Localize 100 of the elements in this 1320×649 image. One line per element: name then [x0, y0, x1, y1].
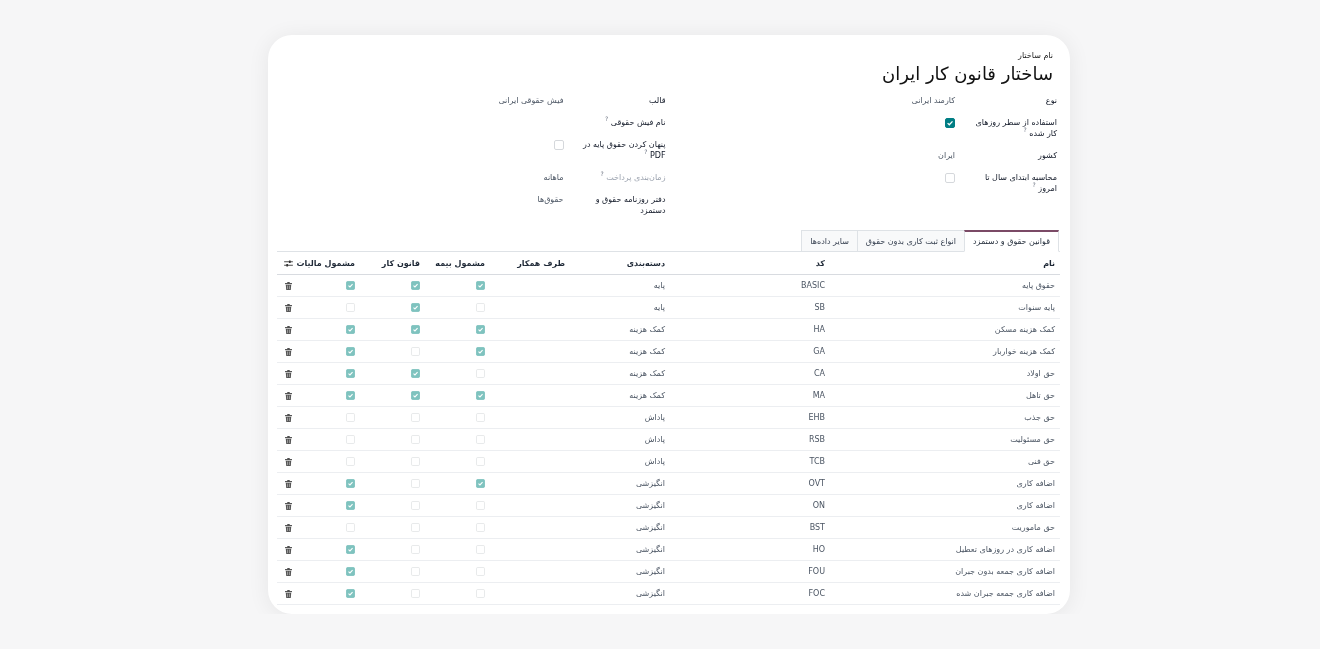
column-header[interactable]: دسته‌بندی	[626, 257, 665, 269]
structure-title: ساختار قانون کار ایران	[882, 62, 1053, 86]
table-cell: انگیزشی	[635, 566, 665, 577]
checkbox[interactable]	[346, 347, 355, 356]
column-header[interactable]: کد	[815, 257, 825, 269]
trash-icon[interactable]	[285, 347, 292, 356]
table-cell: RSB	[808, 434, 825, 445]
field-value[interactable]: کارمند ایرانی	[911, 95, 955, 106]
table-cell: GA	[813, 346, 825, 357]
table-cell: پایه سنوات	[1018, 302, 1055, 313]
checkbox[interactable]	[346, 589, 355, 598]
field-label: استفاده از سطر روزهای کار شده $^{?}$	[974, 117, 1057, 139]
table-cell: کمک هزینه	[629, 368, 665, 379]
checkbox[interactable]	[411, 369, 420, 378]
table-cell: اضافه کاری جمعه جبران شده	[956, 588, 1055, 599]
field-label: زمان‌بندی پرداخت $^{?}$	[599, 172, 666, 183]
checkbox[interactable]	[346, 325, 355, 334]
table-cell: کمک هزینه	[629, 390, 665, 401]
trash-icon[interactable]	[285, 545, 292, 554]
column-header[interactable]: مشمول بیمه	[435, 257, 485, 269]
trash-icon[interactable]	[285, 501, 292, 510]
table-cell: OVT	[808, 478, 825, 489]
table-cell: اضافه کاری	[1016, 478, 1055, 489]
table-cell: حقوق پایه	[1021, 280, 1055, 291]
table-cell: HA	[813, 324, 825, 335]
tab[interactable]: انواع ثبت کاری بدون حقوق	[856, 230, 964, 252]
table-cell: حق تاهل	[1025, 390, 1055, 401]
table-cell: کمک هزینه	[629, 324, 665, 335]
checkbox[interactable]	[346, 479, 355, 488]
checkbox[interactable]	[346, 501, 355, 510]
field-label: نوع	[1044, 95, 1057, 106]
table-cell: حق مسئولیت	[1010, 434, 1055, 445]
table-cell: BASIC	[801, 280, 825, 291]
field-value[interactable]: ماهانه	[543, 172, 564, 183]
tab[interactable]: سایر داده‌ها	[801, 230, 857, 252]
table-cell: پاداش	[644, 456, 665, 467]
column-header[interactable]: طرف همکار	[517, 257, 565, 269]
table-cell: TCB	[809, 456, 825, 467]
table-cell: اضافه کاری در روزهای تعطیل	[955, 544, 1055, 555]
table-cell: کمک هزینه خواربار	[993, 346, 1055, 357]
trash-icon[interactable]	[285, 457, 292, 466]
checkbox[interactable]	[476, 479, 485, 488]
table-cell: حق جذب	[1024, 412, 1055, 423]
field-value[interactable]: ایران	[938, 150, 955, 161]
field-label: کشور	[1036, 150, 1057, 161]
table-cell: EHB	[808, 412, 825, 423]
table-cell: انگیزشی	[635, 544, 665, 555]
trash-icon[interactable]	[285, 325, 292, 334]
table-cell: حق ماموریت	[1011, 522, 1055, 533]
table-cell: پایه	[653, 302, 665, 313]
sliders-icon[interactable]	[284, 259, 293, 267]
field-label: نام ساختار	[1018, 50, 1053, 62]
tab[interactable]: قوانین حقوق و دستمزد	[964, 230, 1059, 252]
table-cell: انگیزشی	[635, 478, 665, 489]
table-cell: BST	[809, 522, 825, 533]
trash-icon[interactable]	[285, 281, 292, 290]
field-value[interactable]: حقوق‌ها	[537, 194, 564, 205]
checkbox[interactable]	[346, 567, 355, 576]
table-cell: پاداش	[644, 434, 665, 445]
column-header[interactable]: نام	[1043, 257, 1055, 269]
trash-icon[interactable]	[285, 589, 292, 598]
table-cell: حق اولاد	[1026, 368, 1055, 379]
table-cell: کمک هزینه	[629, 346, 665, 357]
trash-icon[interactable]	[285, 567, 292, 576]
table-cell: FOC	[808, 588, 825, 599]
checkbox[interactable]	[476, 391, 485, 400]
checkbox[interactable]	[411, 281, 420, 290]
table-cell: پاداش	[644, 412, 665, 423]
trash-icon[interactable]	[285, 303, 292, 312]
checkbox[interactable]	[476, 347, 485, 356]
checkbox[interactable]	[411, 303, 420, 312]
field-label: قالب	[647, 95, 666, 106]
trash-icon[interactable]	[285, 435, 292, 444]
column-header[interactable]: قانون کار	[381, 257, 420, 269]
table-cell: کمک هزینه مسکن	[994, 324, 1055, 335]
field-label: نام فیش حقوقی $^{?}$	[604, 117, 666, 128]
trash-icon[interactable]	[285, 413, 292, 422]
checkbox[interactable]	[346, 369, 355, 378]
trash-icon[interactable]	[285, 479, 292, 488]
checkbox[interactable]	[346, 281, 355, 290]
trash-icon[interactable]	[285, 523, 292, 532]
field-label: پنهان کردن حقوق پایه در PDF $^{?}$	[581, 139, 666, 161]
checkbox[interactable]	[346, 391, 355, 400]
checkbox[interactable]	[411, 325, 420, 334]
table-cell: اضافه کاری	[1016, 500, 1055, 511]
table-cell: انگیزشی	[635, 588, 665, 599]
column-header[interactable]: مشمول مالیات	[296, 257, 355, 269]
table-cell: ON	[812, 500, 825, 511]
trash-icon[interactable]	[285, 369, 292, 378]
table-cell: SB	[814, 302, 825, 313]
checkbox[interactable]	[411, 391, 420, 400]
checkbox[interactable]	[476, 325, 485, 334]
checkbox[interactable]	[945, 118, 955, 128]
checkbox[interactable]	[476, 281, 485, 290]
field-label: محاسبه ابتدای سال تا امروز $^{?}$	[983, 172, 1057, 194]
field-value[interactable]: فیش حقوقی ایرانی	[498, 95, 564, 106]
checkbox[interactable]	[346, 545, 355, 554]
trash-icon[interactable]	[285, 391, 292, 400]
table-cell: FOU	[808, 566, 825, 577]
field-label: دفتر روزنامه حقوق و دستمزد	[594, 194, 666, 216]
